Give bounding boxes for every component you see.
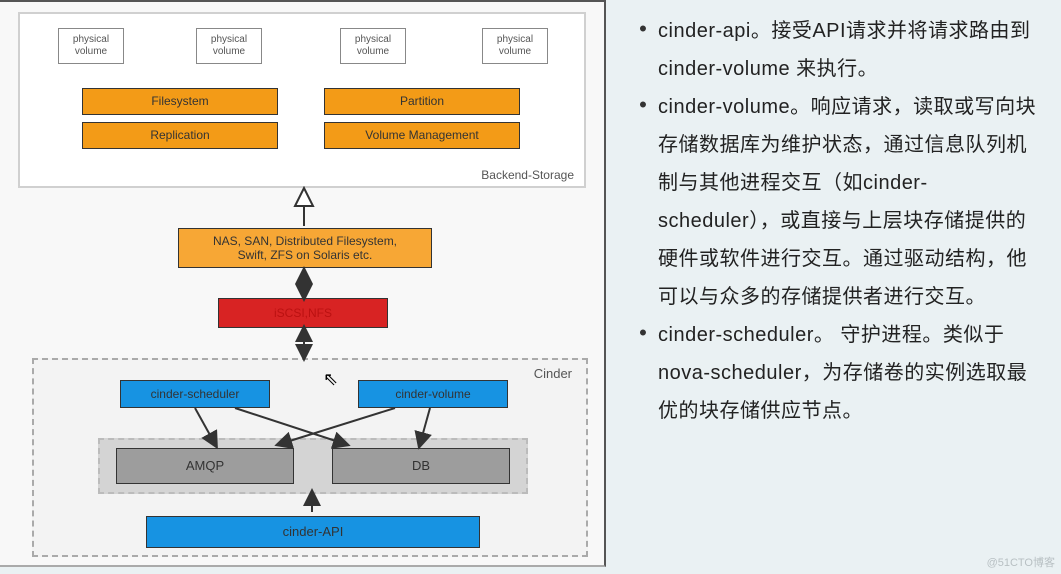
bullet-cinder-volume: • cinder-volume。响应请求，读取或写向块存储数据库为维护状态，通过… xyxy=(628,88,1039,316)
bullet-text: cinder-api。接受API请求并将请求路由到 cinder-volume … xyxy=(658,12,1039,88)
nas-box: NAS, SAN, Distributed Filesystem, Swift,… xyxy=(178,228,432,268)
cinder-volume-box: cinder-volume xyxy=(358,380,508,408)
bullet-text: cinder-scheduler。 守护进程。类似于nova-scheduler… xyxy=(658,316,1039,430)
bullet-cinder-scheduler: • cinder-scheduler。 守护进程。类似于nova-schedul… xyxy=(628,316,1039,430)
bullet-text: cinder-volume。响应请求，读取或写向块存储数据库为维护状态，通过信息… xyxy=(658,88,1039,316)
bullet-icon: • xyxy=(628,316,658,430)
bullet-cinder-api: • cinder-api。接受API请求并将请求路由到 cinder-volum… xyxy=(628,12,1039,88)
description-panel: • cinder-api。接受API请求并将请求路由到 cinder-volum… xyxy=(606,0,1061,574)
backend-storage-box: Backend-Storage physical volume physical… xyxy=(18,12,586,188)
iscsi-box: iSCSI,NFS xyxy=(218,298,388,328)
cinder-label: Cinder xyxy=(534,366,572,381)
db-box: DB xyxy=(332,448,510,484)
watermark: @51CTO博客 xyxy=(987,554,1055,570)
physical-volume-4: physical volume xyxy=(482,28,548,64)
cinder-box: Cinder cinder-scheduler cinder-volume AM… xyxy=(32,358,588,557)
partition-box: Partition xyxy=(324,88,520,115)
physical-volume-3: physical volume xyxy=(340,28,406,64)
architecture-diagram: Backend-Storage physical volume physical… xyxy=(0,0,606,567)
bullet-icon: • xyxy=(628,88,658,316)
backend-storage-label: Backend-Storage xyxy=(481,168,574,182)
replication-box: Replication xyxy=(82,122,278,149)
physical-volume-2: physical volume xyxy=(196,28,262,64)
volume-management-box: Volume Management xyxy=(324,122,520,149)
cinder-api-box: cinder-API xyxy=(146,516,480,548)
amqp-box: AMQP xyxy=(116,448,294,484)
cinder-scheduler-box: cinder-scheduler xyxy=(120,380,270,408)
physical-volume-1: physical volume xyxy=(58,28,124,64)
filesystem-box: Filesystem xyxy=(82,88,278,115)
bullet-icon: • xyxy=(628,12,658,88)
